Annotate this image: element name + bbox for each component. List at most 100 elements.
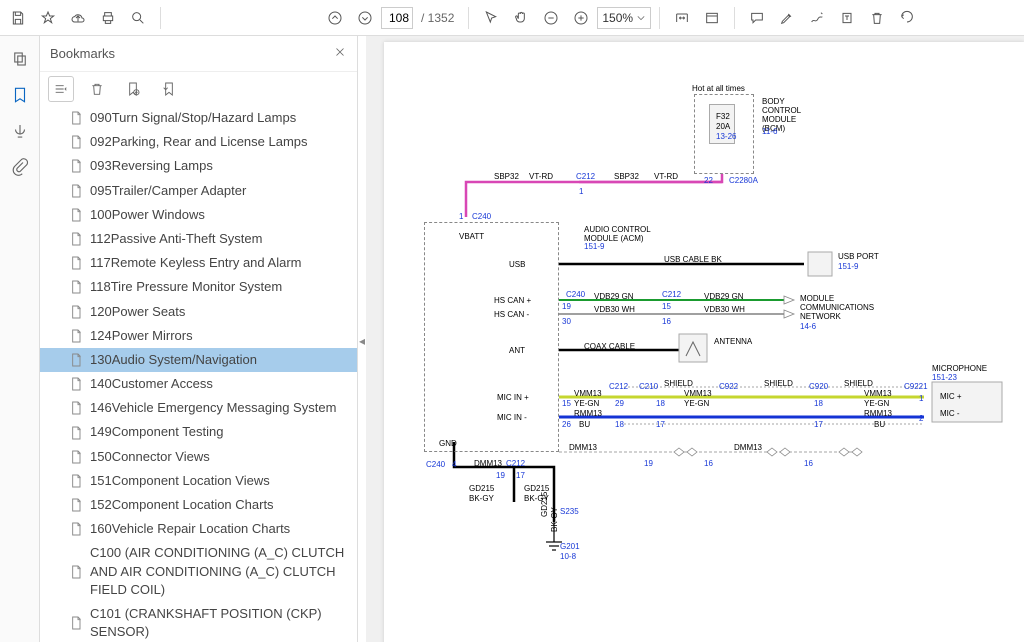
undo-icon[interactable] (893, 4, 921, 32)
close-icon[interactable] (333, 45, 347, 62)
c212-top: C212 (576, 172, 595, 181)
text-box-icon[interactable] (833, 4, 861, 32)
bkgy-1: BK-GY (469, 494, 494, 503)
wiring-diagram: Hot at all times BODY CONTROL MODULE (BC… (384, 42, 1024, 642)
pin-29: 29 (615, 399, 624, 408)
bookmark-item[interactable]: 090Turn Signal/Stop/Hazard Lamps (40, 106, 357, 130)
vtrd-2: VT-RD (654, 172, 678, 181)
bookmark-item[interactable]: 146Vehicle Emergency Messaging System (40, 396, 357, 420)
shield-3: SHIELD (844, 379, 873, 388)
bu-1: BU (579, 420, 590, 429)
usb-port-label: USB PORT (838, 252, 879, 261)
bookmark-item[interactable]: 130Audio System/Navigation (40, 348, 357, 372)
delete-bookmark-icon[interactable] (84, 76, 110, 102)
bookmark-item[interactable]: C101 (CRANKSHAFT POSITION (CKP) SENSOR) (40, 602, 357, 642)
pin-19b: 19 (496, 471, 505, 480)
bookmark-item[interactable]: 124Power Mirrors (40, 324, 357, 348)
bookmark-item[interactable]: 152Component Location Charts (40, 493, 357, 517)
attachments-icon[interactable] (5, 152, 35, 182)
pin-16b: 16 (704, 459, 713, 468)
comment-icon[interactable] (743, 4, 771, 32)
list-options-icon[interactable] (48, 76, 74, 102)
bookmark-item[interactable]: 150Connector Views (40, 445, 357, 469)
dmm13-2: DMM13 (569, 443, 597, 452)
c240-2: C240 (566, 290, 585, 299)
bookmark-item[interactable]: 112Passive Anti-Theft System (40, 227, 357, 251)
fit-width-icon[interactable] (668, 4, 696, 32)
page-icon (68, 376, 84, 392)
bookmark-item[interactable]: 095Trailer/Camper Adapter (40, 179, 357, 203)
pin-16c: 16 (804, 459, 813, 468)
gd215-1: GD215 (469, 484, 494, 493)
pin-18c: 18 (814, 399, 823, 408)
pin-17c: 17 (516, 471, 525, 480)
star-icon[interactable] (34, 4, 62, 32)
cloud-upload-icon[interactable] (64, 4, 92, 32)
add-bookmark-icon[interactable] (120, 76, 146, 102)
acm-box (424, 222, 559, 452)
page-icon (68, 158, 84, 174)
vdb29-2: VDB29 GN (704, 292, 744, 301)
zoom-in-icon[interactable] (567, 4, 595, 32)
sbp32-1: SBP32 (494, 172, 519, 181)
zoom-dropdown[interactable]: 150% (597, 7, 651, 29)
bookmark-item[interactable]: C100 (AIR CONDITIONING (A_C) CLUTCH AND … (40, 541, 357, 602)
bookmark-item[interactable]: 093Reversing Lamps (40, 154, 357, 178)
bookmark-label: 151Component Location Views (90, 472, 270, 490)
pin-16a: 16 (662, 317, 671, 326)
bookmark-item[interactable]: 151Component Location Views (40, 469, 357, 493)
bookmark-item[interactable]: 118Tire Pressure Monitor System (40, 275, 357, 299)
page-number-input[interactable] (381, 7, 413, 29)
top-toolbar: / 1352 150% (0, 0, 1024, 36)
bookmark-item[interactable]: 160Vehicle Repair Location Charts (40, 517, 357, 541)
bookmark-item[interactable]: 149Component Testing (40, 420, 357, 444)
print-icon[interactable] (94, 4, 122, 32)
page-icon (68, 328, 84, 344)
bookmark-label: 100Power Windows (90, 206, 205, 224)
bookmark-item[interactable]: 140Customer Access (40, 372, 357, 396)
bookmarks-tools (40, 72, 357, 106)
coax: COAX CABLE (584, 342, 635, 351)
bookmarks-icon[interactable] (5, 80, 35, 110)
thumbnails-icon[interactable] (5, 44, 35, 74)
pointer-icon[interactable] (477, 4, 505, 32)
document-viewport[interactable]: Hot at all times BODY CONTROL MODULE (BC… (366, 36, 1024, 642)
delete-icon[interactable] (863, 4, 891, 32)
page-icon (68, 521, 84, 537)
panel-collapse-icon[interactable]: ◂ (358, 321, 366, 361)
view-mode-icon[interactable] (698, 4, 726, 32)
bookmark-item[interactable]: 120Power Seats (40, 300, 357, 324)
c210: C210 (639, 382, 658, 391)
bookmark-item[interactable]: 117Remote Keyless Entry and Alarm (40, 251, 357, 275)
page-icon (68, 615, 84, 631)
expand-bookmark-icon[interactable] (156, 76, 182, 102)
bookmarks-list[interactable]: 090Turn Signal/Stop/Hazard Lamps092Parki… (40, 106, 357, 642)
page-down-icon[interactable] (351, 4, 379, 32)
vmm13-3: VMM13 (864, 389, 892, 398)
microphone-ref: 151-23 (932, 373, 957, 382)
zoom-out-icon[interactable] (537, 4, 565, 32)
page-up-icon[interactable] (321, 4, 349, 32)
bookmark-label: 118Tire Pressure Monitor System (90, 278, 282, 296)
hand-icon[interactable] (507, 4, 535, 32)
document-page: Hot at all times BODY CONTROL MODULE (BC… (384, 42, 1024, 642)
pin-26: 26 (562, 420, 571, 429)
bookmark-item[interactable]: 092Parking, Rear and License Lamps (40, 130, 357, 154)
vdb29-1: VDB29 GN (594, 292, 634, 301)
c240-3: C240 (426, 460, 445, 469)
layers-icon[interactable] (5, 116, 35, 146)
c920: C920 (809, 382, 828, 391)
pin-18b: 18 (656, 399, 665, 408)
usb-pin: USB (509, 260, 525, 269)
highlight-icon[interactable] (773, 4, 801, 32)
draw-icon[interactable] (803, 4, 831, 32)
search-icon[interactable] (124, 4, 152, 32)
vtrd-1: VT-RD (529, 172, 553, 181)
page-icon (68, 425, 84, 441)
pin-17b: 17 (814, 420, 823, 429)
bookmarks-panel: Bookmarks 090Turn Signal/Stop/Hazard Lam… (40, 36, 358, 642)
page-icon (68, 449, 84, 465)
pin-19: 19 (562, 302, 571, 311)
bookmark-item[interactable]: 100Power Windows (40, 203, 357, 227)
save-icon[interactable] (4, 4, 32, 32)
